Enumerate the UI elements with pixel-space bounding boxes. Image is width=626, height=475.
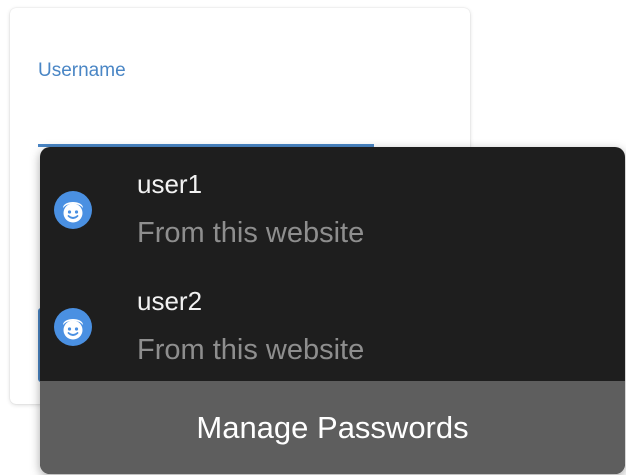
suggestion-username: user1 (137, 169, 203, 199)
suggestion-origin: From this website (137, 334, 365, 366)
suggestion-origin: From this website (137, 217, 365, 249)
autofill-suggestion-user1[interactable]: user1 From this website (40, 147, 625, 263)
password-autofill-popup: user1 From this website user2 From this … (40, 147, 625, 474)
suggestion-username: user2 (137, 286, 203, 316)
user-avatar-icon (54, 308, 92, 346)
autofill-suggestion-user2[interactable]: user2 From this website (40, 264, 625, 380)
user-avatar-icon (54, 191, 92, 229)
username-label: Username (38, 60, 126, 81)
manage-passwords-button[interactable]: Manage Passwords (40, 381, 625, 474)
username-input[interactable] (38, 98, 374, 147)
